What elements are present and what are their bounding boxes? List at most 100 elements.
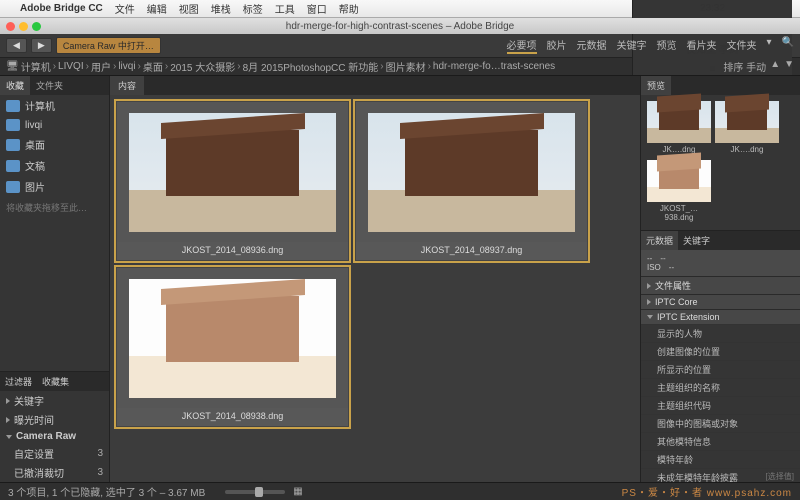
menu-help[interactable]: 帮助: [339, 1, 359, 16]
fav-label: 图片: [25, 179, 45, 194]
documents-folder-icon: [6, 160, 20, 172]
crumb-folder-2[interactable]: 8月 2015PhotoshopCC 新功能: [243, 59, 379, 74]
section-iptc-extension[interactable]: IPTC Extension: [641, 309, 800, 324]
thumbnail-filename: JKOST_2014_08938.dng: [117, 408, 348, 426]
tab-filter[interactable]: 过滤器: [0, 372, 37, 391]
meta-field[interactable]: 创建图像的位置: [641, 342, 800, 360]
thumbnail-image: [129, 279, 337, 398]
preview-thumb[interactable]: JK….dng: [647, 101, 711, 156]
workspace-lighttable[interactable]: 看片夹: [687, 37, 717, 54]
crumb-home[interactable]: livqi: [118, 61, 135, 72]
thumbnail-item[interactable]: JKOST_2014_08936.dng: [116, 101, 349, 261]
meta-field[interactable]: 其他模特信息: [641, 432, 800, 450]
preview-thumb[interactable]: JK….dng: [715, 101, 779, 156]
fav-label: 桌面: [25, 137, 45, 152]
status-text: 3 个项目, 1 个已隐藏, 选中了 3 个 – 3.67 MB: [8, 484, 205, 499]
notification-icon[interactable]: ≡: [710, 64, 716, 75]
thumbnail-item[interactable]: JKOST_2014_08937.dng: [355, 101, 588, 261]
meta-field[interactable]: 图像中的图稿或对象: [641, 414, 800, 432]
tab-content[interactable]: 内容: [110, 76, 144, 95]
desktop-folder-icon: [6, 139, 20, 151]
workspace-filmstrip[interactable]: 胶片: [547, 37, 567, 54]
menu-stack[interactable]: 堆栈: [211, 1, 231, 16]
section-iptc-core[interactable]: IPTC Core: [641, 294, 800, 309]
meta-field[interactable]: 主题组织代码: [641, 396, 800, 414]
meta-label: 主题组织的名称: [657, 381, 720, 394]
crumb-drive[interactable]: LIVQI: [58, 61, 84, 72]
fav-pictures[interactable]: 图片: [0, 176, 109, 197]
sort-direction-icon[interactable]: ▲: [770, 59, 780, 74]
filter-count: 3: [97, 467, 103, 478]
computer-icon[interactable]: 🖥: [6, 61, 19, 72]
filter-custom-settings[interactable]: 自定设置3: [0, 444, 109, 463]
menu-window[interactable]: 窗口: [307, 1, 327, 16]
minimize-window-button[interactable]: [19, 22, 28, 31]
fav-desktop[interactable]: 桌面: [0, 134, 109, 155]
back-button[interactable]: ◀: [6, 38, 27, 53]
meta-field[interactable]: 未成年模特年龄披露[选择值]: [641, 468, 800, 482]
menu-label[interactable]: 标签: [243, 1, 263, 16]
tab-preview[interactable]: 预览: [641, 76, 671, 95]
preview-label: JKOST_…938.dng: [647, 202, 711, 224]
workspace-essentials[interactable]: 必要项: [507, 37, 537, 54]
menu-view[interactable]: 视图: [179, 1, 199, 16]
crumb-desktop[interactable]: 桌面: [143, 59, 163, 74]
section-label: IPTC Extension: [657, 312, 720, 322]
section-file-properties[interactable]: 文件属性: [641, 276, 800, 294]
crumb-users[interactable]: 用户: [91, 59, 111, 74]
fav-label: livqi: [25, 120, 42, 131]
close-window-button[interactable]: [6, 22, 15, 31]
preview-label: JK….dng: [715, 143, 779, 156]
window-titlebar: hdr-merge-for-high-contrast-scenes – Ado…: [0, 18, 800, 34]
meta-label: 未成年模特年龄披露: [657, 471, 738, 482]
tab-keywords[interactable]: 关键字: [678, 231, 715, 250]
workspace-keywords[interactable]: 关键字: [617, 37, 647, 54]
exif-aperture: --: [647, 254, 652, 263]
filter-keywords[interactable]: 关键字: [0, 391, 109, 410]
preview-thumb[interactable]: JKOST_…938.dng: [647, 160, 711, 224]
fav-computer[interactable]: 计算机: [0, 95, 109, 116]
crumb-folder-1[interactable]: 2015 大众摄影: [170, 59, 235, 74]
grid-view-icon[interactable]: ▦: [293, 486, 302, 497]
sort-mode[interactable]: 排序 手动: [723, 59, 766, 74]
menu-tools[interactable]: 工具: [275, 1, 295, 16]
toolbar-search-icon[interactable]: 🔍: [782, 37, 794, 54]
filter-dropdown-icon[interactable]: ▼: [784, 59, 794, 74]
tab-collections[interactable]: 收藏集: [37, 372, 74, 391]
thumbnail-item[interactable]: JKOST_2014_08938.dng: [116, 267, 349, 427]
zoom-window-button[interactable]: [32, 22, 41, 31]
app-name[interactable]: Adobe Bridge CC: [20, 3, 103, 14]
tab-favorites[interactable]: 收藏: [0, 76, 30, 95]
filter-panel: 过滤器 收藏集 关键字 曝光时间 Camera Raw 自定设置3 已撤消裁切3: [0, 371, 109, 482]
forward-button[interactable]: ▶: [31, 38, 52, 53]
crumb-computer[interactable]: 计算机: [21, 59, 51, 74]
tab-folders[interactable]: 文件夹: [30, 76, 69, 95]
favorites-drop-hint: 将收藏夹拖移至此…: [0, 197, 109, 218]
meta-label: 所显示的位置: [657, 363, 711, 376]
tab-metadata[interactable]: 元数据: [641, 231, 678, 250]
filter-label: 自定设置: [14, 446, 54, 461]
menu-file[interactable]: 文件: [115, 1, 135, 16]
workspace-folders[interactable]: 文件夹: [727, 37, 757, 54]
window-title: hdr-merge-for-high-contrast-scenes – Ado…: [286, 21, 514, 32]
filter-exposure[interactable]: 曝光时间: [0, 410, 109, 429]
thumbnail-filename: JKOST_2014_08936.dng: [117, 242, 348, 260]
workspace-metadata[interactable]: 元数据: [577, 37, 607, 54]
meta-field[interactable]: 显示的人物: [641, 324, 800, 342]
filter-crop-removed[interactable]: 已撤消裁切3: [0, 463, 109, 482]
fav-home[interactable]: livqi: [0, 116, 109, 134]
meta-field[interactable]: 主题组织的名称: [641, 378, 800, 396]
meta-field[interactable]: 所显示的位置: [641, 360, 800, 378]
status-bar: 3 个项目, 1 个已隐藏, 选中了 3 个 – 3.67 MB ▦ PS・爱・…: [0, 482, 800, 500]
crumb-current[interactable]: hdr-merge-fo…trast-scenes: [433, 61, 555, 72]
workspace-preview[interactable]: 预览: [657, 37, 677, 54]
meta-field[interactable]: 模特年龄: [641, 450, 800, 468]
menubar-time[interactable]: 23:32: [700, 3, 725, 14]
crumb-folder-3[interactable]: 图片素材: [386, 59, 426, 74]
fav-documents[interactable]: 文稿: [0, 155, 109, 176]
menu-edit[interactable]: 编辑: [147, 1, 167, 16]
chevron-down-icon[interactable]: ▾: [767, 37, 772, 54]
thumbnail-size-slider[interactable]: [225, 490, 285, 494]
filter-camera-raw[interactable]: Camera Raw: [0, 429, 109, 444]
open-in-camera-raw-button[interactable]: Camera Raw 中打开…: [56, 37, 161, 54]
